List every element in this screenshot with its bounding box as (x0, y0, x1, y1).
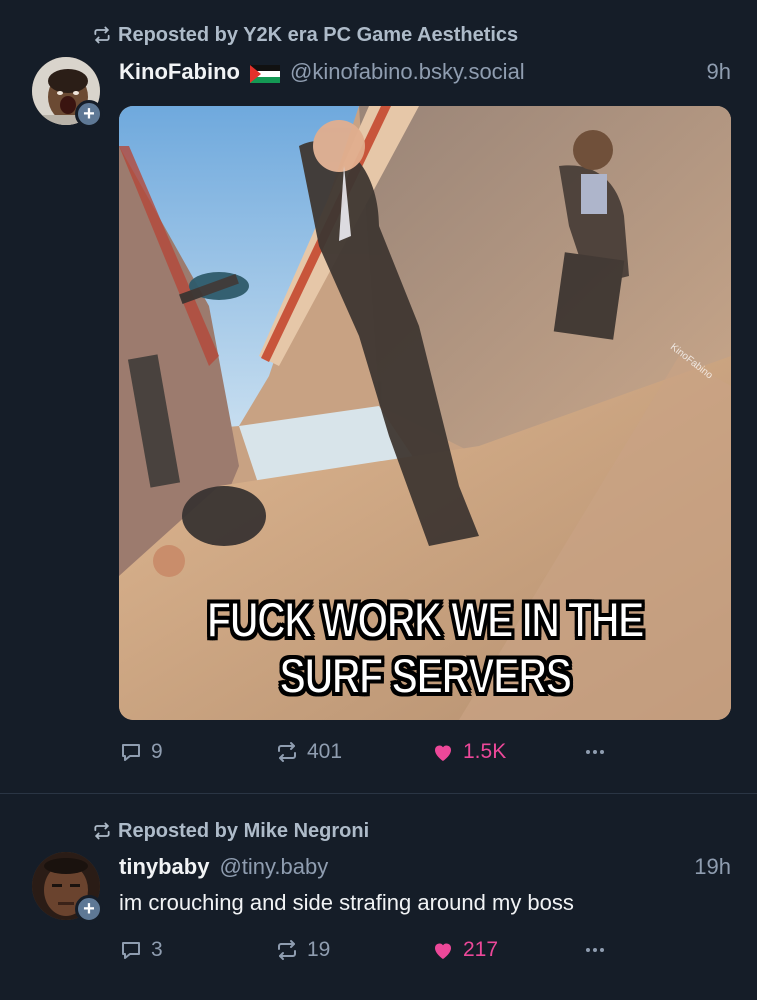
reply-icon (122, 744, 140, 761)
more-dots-icon (586, 750, 604, 754)
author-avatar[interactable]: + (32, 57, 103, 128)
repost-label: Reposted by Mike Negroni (118, 819, 370, 842)
reply-count: 9 (151, 740, 163, 763)
reply-button[interactable]: 9 (119, 736, 163, 768)
feed-post[interactable]: Reposted by Y2K era PC Game Aesthetics +… (0, 0, 757, 793)
author-handle[interactable]: @kinofabino.bsky.social (290, 59, 525, 85)
like-button[interactable]: 217 (431, 934, 498, 966)
plus-icon[interactable]: + (75, 895, 103, 923)
more-options-button[interactable] (583, 736, 607, 768)
more-dots-icon (586, 948, 604, 952)
post-timestamp[interactable]: 9h (707, 59, 731, 85)
feed-post[interactable]: Reposted by Mike Negroni + tinybaby @tin… (0, 794, 757, 1000)
post-actions: 9 401 1.5K (119, 736, 639, 768)
palestine-flag-icon (249, 63, 280, 83)
like-count: 1.5K (463, 740, 507, 763)
like-button[interactable]: 1.5K (431, 736, 506, 768)
reply-button[interactable]: 3 (119, 934, 163, 966)
repost-icon (94, 822, 110, 840)
repost-indicator[interactable]: Reposted by Y2K era PC Game Aesthetics (92, 22, 518, 48)
repost-count: 401 (307, 740, 343, 763)
heart-icon (435, 745, 451, 761)
post-image[interactable]: KinoFabino FUCK WORK WE IN THE SURF SERV… (119, 106, 731, 720)
repost-button[interactable]: 19 (275, 934, 330, 966)
like-count: 217 (463, 938, 499, 961)
repost-icon (278, 940, 296, 960)
author-avatar[interactable]: + (32, 852, 103, 923)
author-name[interactable]: KinoFabino (119, 59, 240, 85)
meme-caption-line-1: FUCK WORK WE IN THE (206, 592, 645, 648)
post-text: im crouching and side strafing around my… (119, 890, 574, 915)
feed: Reposted by Y2K era PC Game Aesthetics +… (0, 0, 757, 1000)
post-header: KinoFabino @kinofabino.bsky.social 9h (119, 57, 731, 87)
repost-icon (94, 26, 110, 44)
post-actions: 3 19 217 (119, 934, 639, 966)
post-timestamp[interactable]: 19h (694, 854, 731, 880)
repost-count: 19 (307, 938, 331, 961)
meme-caption-line-2: SURF SERVERS (279, 648, 573, 704)
plus-icon[interactable]: + (75, 100, 103, 128)
reply-icon (122, 942, 140, 959)
author-handle[interactable]: @tiny.baby (219, 854, 328, 880)
repost-indicator[interactable]: Reposted by Mike Negroni (92, 818, 369, 844)
author-name[interactable]: tinybaby (119, 854, 209, 880)
repost-icon (278, 742, 296, 762)
repost-label: Reposted by Y2K era PC Game Aesthetics (118, 23, 519, 46)
post-header: tinybaby @tiny.baby 19h (119, 852, 731, 882)
repost-button[interactable]: 401 (275, 736, 342, 768)
reply-count: 3 (151, 938, 163, 961)
heart-icon (435, 943, 451, 959)
more-options-button[interactable] (583, 934, 607, 966)
